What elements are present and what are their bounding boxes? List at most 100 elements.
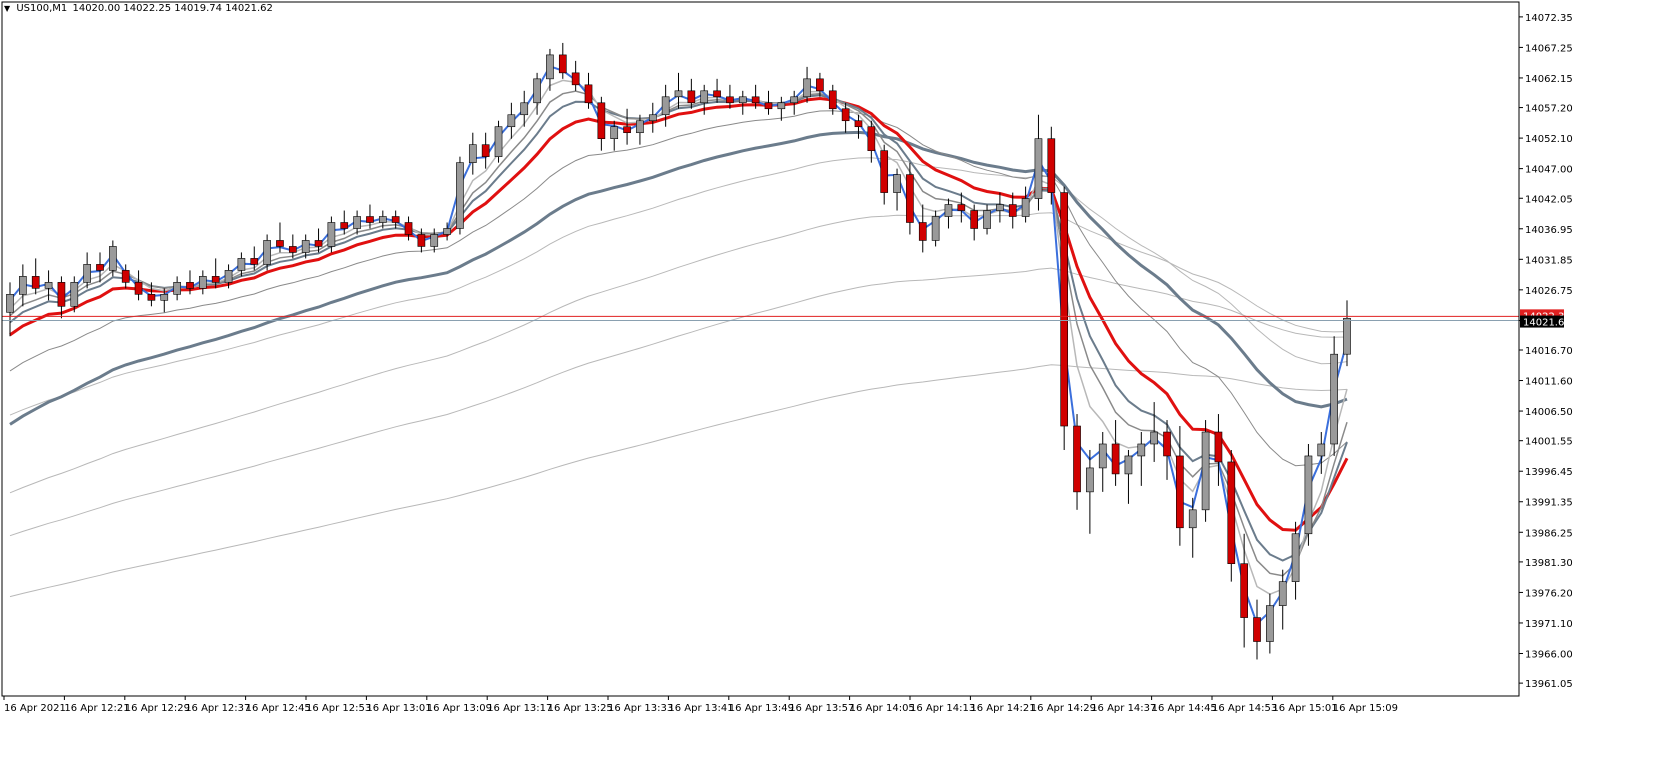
time-axis-label: 16 Apr 13:17: [487, 703, 552, 714]
price-axis-label: 13971.10: [1525, 619, 1573, 630]
chart-window[interactable]: 14022.3214021.62 14072.3514067.2514062.1…: [0, 0, 1661, 761]
bear-candle: [957, 204, 966, 211]
bear-candle: [1227, 461, 1236, 565]
time-axis-label: 16 Apr 14:13: [910, 703, 975, 714]
time-axis-label: 16 Apr 14:05: [850, 703, 915, 714]
price-axis-label: 14072.35: [1525, 13, 1573, 24]
bull-candle: [237, 258, 246, 271]
bear-candle: [96, 264, 104, 271]
time-axis-label: 16 Apr 14:45: [1152, 703, 1217, 714]
price-axis-label: 14026.75: [1525, 286, 1573, 297]
high-value: 14022.25: [123, 3, 172, 14]
bull-candle: [636, 120, 644, 134]
bear-candle: [1008, 204, 1017, 217]
bear-candle: [147, 294, 156, 301]
bear-candle: [687, 90, 696, 104]
bull-candle: [1021, 198, 1030, 217]
bear-candle: [250, 258, 259, 265]
time-axis-label: 16 Apr 12:21: [64, 703, 129, 714]
time-axis-label: 16 Apr 12:45: [246, 703, 311, 714]
bear-candle: [1253, 617, 1261, 642]
bull-candle: [803, 78, 811, 98]
time-axis-label: 16 Apr 13:09: [427, 703, 492, 714]
bull-candle: [533, 78, 541, 104]
bull-candle: [777, 102, 786, 110]
bear-candle: [751, 96, 760, 104]
time-axis-label: 16 Apr 14:21: [970, 703, 1035, 714]
bull-candle: [1150, 431, 1158, 445]
time-axis-label: 16 Apr 13:49: [729, 703, 794, 714]
bull-candle: [1266, 605, 1274, 642]
bear-candle: [1111, 443, 1120, 475]
price-axis-label: 13981.30: [1525, 558, 1573, 569]
bear-candle: [584, 84, 593, 104]
bull-candle: [443, 228, 451, 235]
bear-candle: [828, 90, 837, 110]
bull-candle: [610, 126, 619, 139]
bull-candle: [160, 294, 169, 301]
bear-candle: [314, 240, 323, 247]
bear-candle: [1240, 563, 1248, 618]
price-axis-label: 14011.60: [1525, 377, 1573, 388]
bear-candle: [854, 120, 863, 128]
time-axis-label: 16 Apr 13:25: [548, 703, 613, 714]
bull-candle: [1201, 431, 1210, 511]
time-axis-label: 16 Apr 13:41: [668, 703, 733, 714]
bear-candle: [597, 102, 606, 139]
bear-candle: [906, 174, 914, 223]
bear-candle: [841, 108, 850, 122]
bull-candle: [546, 54, 554, 80]
price-axis-label: 13961.05: [1525, 679, 1573, 690]
bull-candle: [648, 114, 657, 122]
time-axis-label: 16 Apr 14:53: [1212, 703, 1277, 714]
bear-candle: [121, 270, 130, 283]
bull-candle: [1343, 317, 1351, 355]
time-axis-label: 16 Apr 13:33: [608, 703, 673, 714]
bull-candle: [893, 174, 901, 193]
price-chart[interactable]: 14022.3214021.62 14072.3514067.2514062.1…: [0, 0, 1661, 761]
price-axis-label: 14062.15: [1525, 74, 1573, 85]
bull-candle: [1278, 581, 1287, 606]
price-axis-label: 13996.45: [1525, 467, 1573, 478]
bear-candle: [1060, 192, 1069, 427]
bull-candle: [790, 96, 799, 104]
bear-candle: [571, 72, 580, 86]
bear-candle: [276, 240, 284, 247]
bull-candle: [1188, 509, 1197, 529]
current-price-label: 14021.62: [1523, 318, 1571, 329]
time-axis-label: 16 Apr 14:29: [1031, 703, 1096, 714]
bull-candle: [931, 216, 940, 241]
time-axis-label: 16 Apr 2021: [4, 703, 66, 714]
bull-candle: [738, 96, 747, 104]
bear-candle: [970, 210, 979, 229]
close-value: 14021.62: [225, 3, 273, 14]
bear-candle: [1163, 431, 1171, 457]
collapse-arrow-icon[interactable]: ▼: [4, 4, 10, 13]
bull-candle: [1137, 443, 1146, 457]
price-axis-label: 14042.05: [1525, 194, 1573, 205]
bull-candle: [109, 246, 117, 271]
open-value: 14020.00: [72, 3, 121, 14]
bear-candle: [1047, 138, 1056, 193]
bull-candle: [1086, 467, 1094, 493]
bear-candle: [186, 282, 194, 289]
price-axis-label: 14016.70: [1525, 346, 1573, 357]
bull-candle: [468, 144, 477, 163]
bull-candle: [1330, 353, 1338, 445]
price-axis-label: 13991.35: [1525, 498, 1573, 509]
bull-candle: [83, 264, 91, 283]
price-axis-label: 14057.20: [1525, 104, 1573, 115]
bear-candle: [404, 222, 413, 235]
bear-candle: [816, 78, 824, 92]
bull-candle: [44, 282, 53, 289]
chart-background: [0, 0, 1661, 761]
bear-candle: [1176, 455, 1184, 529]
bull-candle: [944, 204, 953, 217]
bear-candle: [288, 246, 297, 253]
bull-candle: [494, 126, 503, 157]
bear-candle: [417, 234, 426, 247]
bull-candle: [1034, 138, 1043, 199]
bull-candle: [983, 210, 991, 229]
bear-candle: [918, 222, 927, 241]
bull-candle: [1124, 455, 1133, 475]
